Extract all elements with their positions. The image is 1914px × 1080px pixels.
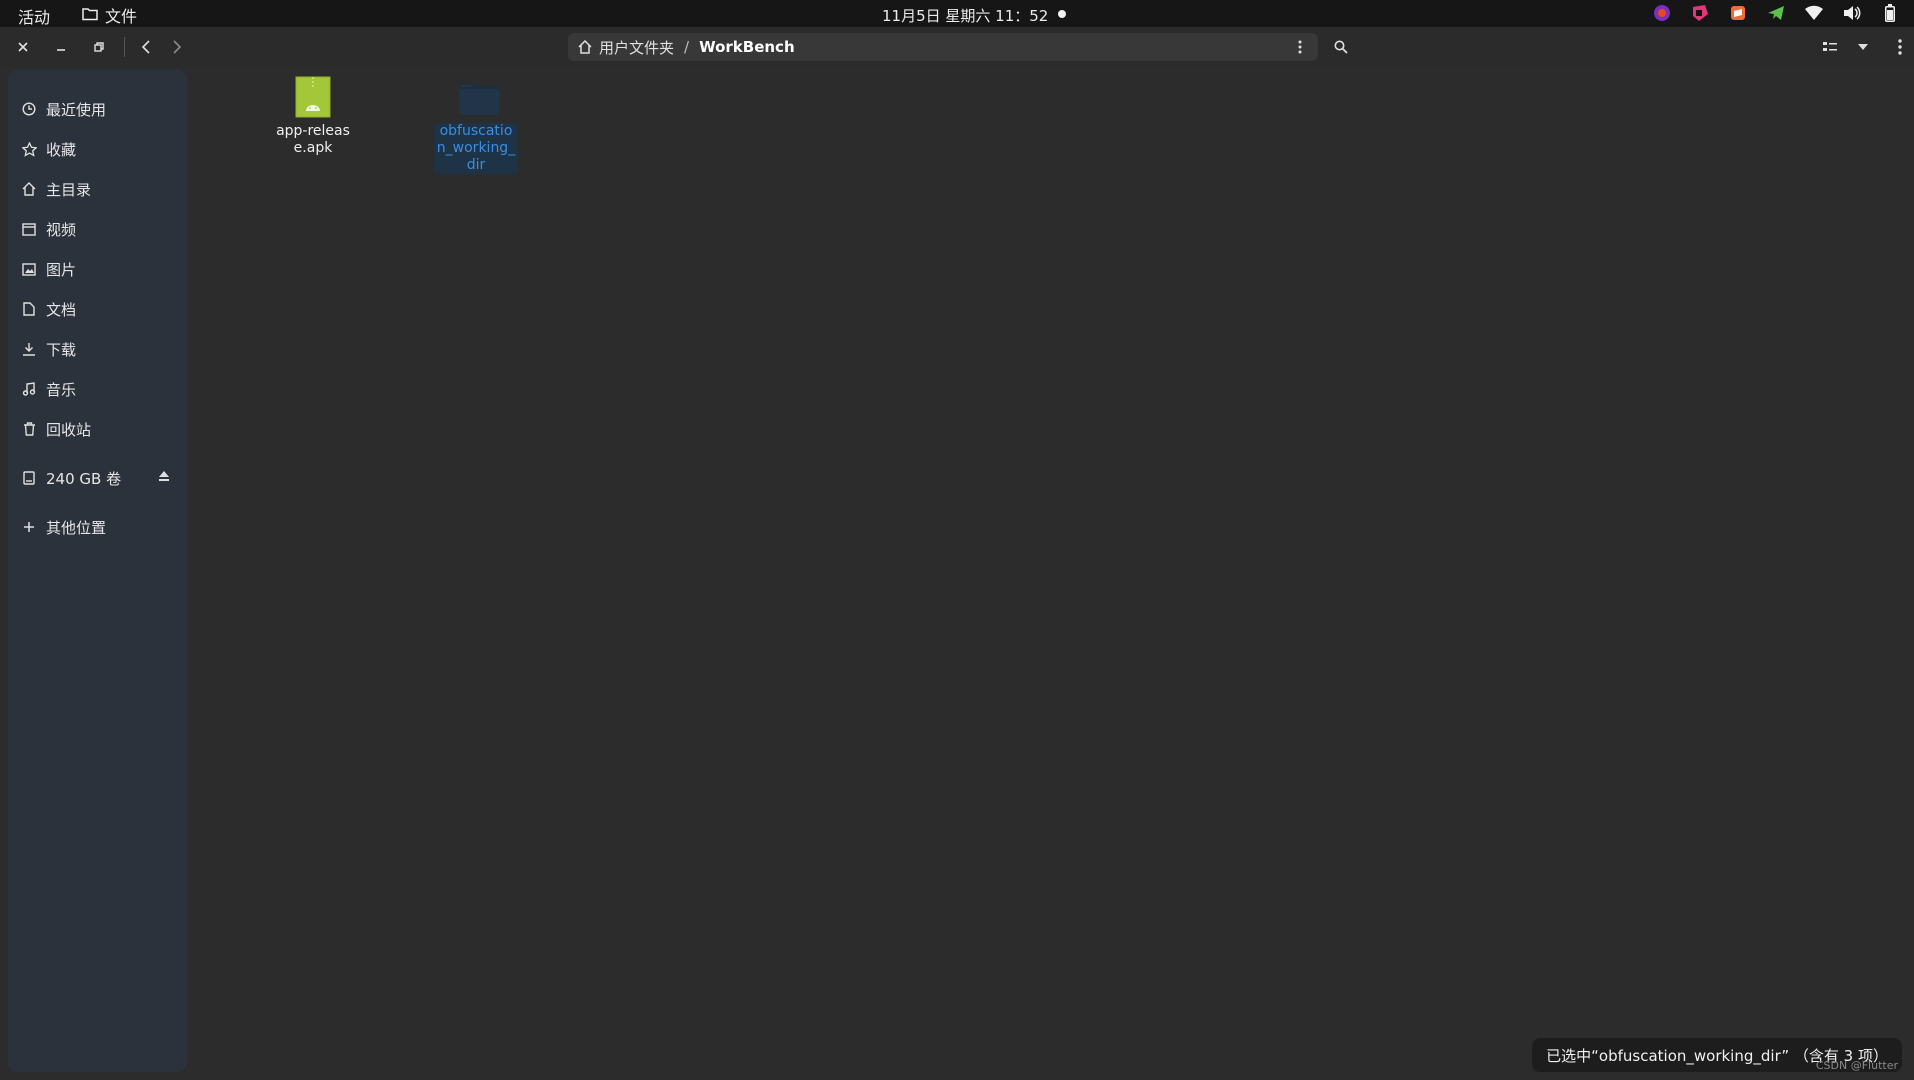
sidebar-item-label: 收藏 — [46, 140, 77, 159]
chevron-left-icon — [141, 40, 150, 54]
sidebar-item-pictures[interactable]: 图片 — [8, 249, 187, 289]
sidebar-item-label: 音乐 — [46, 380, 77, 399]
telegram-icon[interactable] — [1766, 3, 1786, 23]
jetbrains-toolbox-icon[interactable] — [1690, 3, 1710, 23]
folder-icon — [82, 6, 98, 25]
file-view[interactable]: app-release.apk obfuscation_working_dir … — [190, 67, 1914, 1080]
sidebar-item-trash[interactable]: 回收站 — [8, 409, 187, 449]
sidebar-item-documents[interactable]: 文档 — [8, 289, 187, 329]
sidebar-item-downloads[interactable]: 下载 — [8, 329, 187, 369]
trash-icon — [20, 420, 38, 438]
image-icon — [20, 260, 38, 278]
chevron-right-icon — [173, 40, 182, 54]
blender-icon[interactable] — [1652, 3, 1672, 23]
file-name: obfuscation_working_dir — [434, 123, 518, 174]
home-icon — [578, 40, 592, 54]
close-icon — [18, 42, 28, 52]
file-item-apk[interactable]: app-release.apk — [271, 67, 355, 157]
home-icon — [20, 180, 38, 198]
sidebar-item-starred[interactable]: 收藏 — [8, 129, 187, 169]
download-icon — [20, 340, 38, 358]
folder-icon — [457, 75, 499, 119]
sidebar-item-label: 240 GB 卷 — [46, 469, 122, 488]
activities-button[interactable]: 活动 — [18, 4, 50, 28]
path-bar[interactable]: 用户文件夹 / WorkBench — [568, 33, 1318, 61]
sublime-icon[interactable] — [1728, 3, 1748, 23]
window-header-bar: 用户文件夹 / WorkBench — [0, 27, 1914, 67]
back-button[interactable] — [133, 34, 159, 60]
breadcrumb-separator: / — [684, 38, 690, 56]
main-menu-button[interactable] — [1887, 34, 1913, 60]
sidebar-item-volume[interactable]: 240 GB 卷 — [8, 458, 187, 498]
forward-button[interactable] — [164, 34, 190, 60]
path-menu-button[interactable] — [1290, 37, 1310, 57]
notification-dot — [1058, 10, 1066, 18]
restore-button[interactable] — [86, 34, 112, 60]
minimize-button[interactable] — [48, 34, 74, 60]
sidebar-item-label: 视频 — [46, 220, 77, 239]
sidebar-item-label: 回收站 — [46, 420, 92, 439]
breadcrumb-home[interactable]: 用户文件夹 — [578, 37, 674, 58]
battery-icon[interactable] — [1880, 3, 1900, 23]
star-icon — [20, 140, 38, 158]
search-icon — [1334, 40, 1348, 54]
plus-icon — [20, 518, 38, 536]
clock-icon — [20, 100, 38, 118]
sidebar-item-videos[interactable]: 视频 — [8, 209, 187, 249]
sidebar-item-label: 下载 — [46, 340, 77, 359]
sidebar: 最近使用 收藏 主目录 视频 图片 文档 下载 音乐 回收站 240 GB 卷 — [8, 69, 187, 1072]
document-icon — [20, 300, 38, 318]
view-mode-button[interactable] — [1817, 34, 1843, 60]
file-item-folder[interactable]: obfuscation_working_dir — [434, 67, 518, 174]
search-button[interactable] — [1328, 34, 1354, 60]
chevron-down-icon — [1858, 44, 1868, 50]
sidebar-item-other-locations[interactable]: 其他位置 — [8, 507, 187, 547]
clock[interactable]: 11月5日 星期六 11：52 — [882, 5, 1048, 26]
file-name: app-release.apk — [276, 123, 350, 156]
sidebar-item-label: 图片 — [46, 260, 77, 279]
vertical-dots-icon — [1898, 39, 1902, 55]
breadcrumb-current[interactable]: WorkBench — [699, 38, 795, 56]
apk-file-icon — [294, 75, 332, 119]
app-menu[interactable]: 文件 — [82, 3, 137, 27]
sidebar-item-label: 其他位置 — [46, 518, 107, 537]
breadcrumb-home-label: 用户文件夹 — [599, 38, 675, 57]
sidebar-item-label: 文档 — [46, 300, 77, 319]
app-name: 文件 — [105, 7, 138, 26]
sidebar-item-music[interactable]: 音乐 — [8, 369, 187, 409]
header-separator — [124, 37, 125, 57]
close-button[interactable] — [10, 34, 36, 60]
volume-icon[interactable] — [1842, 3, 1862, 23]
system-top-bar: 活动 文件 11月5日 星期六 11：52 — [0, 0, 1914, 27]
watermark: CSDN @Flutter — [1815, 1059, 1898, 1072]
sidebar-item-label: 主目录 — [46, 180, 92, 199]
music-icon — [20, 380, 38, 398]
drive-icon — [20, 469, 38, 487]
system-tray — [1652, 3, 1900, 23]
sidebar-item-recent[interactable]: 最近使用 — [8, 89, 187, 129]
video-icon — [20, 220, 38, 238]
vertical-dots-icon — [1298, 40, 1302, 54]
restore-icon — [94, 42, 104, 52]
list-view-icon — [1823, 42, 1837, 51]
minimize-icon — [57, 49, 65, 51]
sidebar-item-label: 最近使用 — [46, 100, 107, 119]
view-options-button[interactable] — [1850, 34, 1876, 60]
eject-icon[interactable] — [157, 469, 173, 485]
wifi-icon[interactable] — [1804, 3, 1824, 23]
sidebar-item-home[interactable]: 主目录 — [8, 169, 187, 209]
